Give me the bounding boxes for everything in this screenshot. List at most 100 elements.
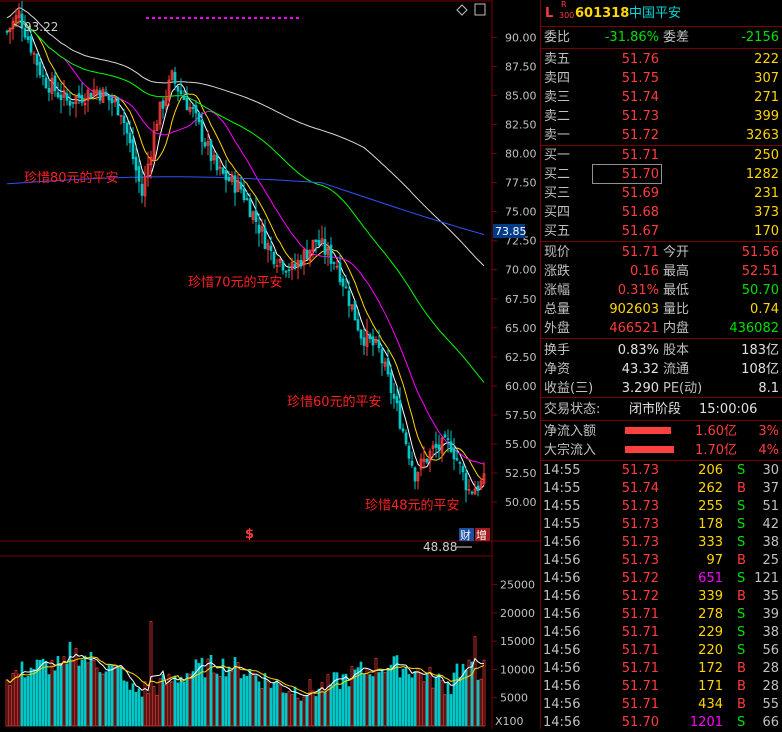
tick-count: 35 xyxy=(762,589,779,604)
tick-price: 51.74 xyxy=(621,481,659,496)
tick-volume: 178 xyxy=(698,517,723,532)
volume-bar xyxy=(200,657,204,727)
tick-volume: 206 xyxy=(698,463,723,478)
candle-body xyxy=(203,142,207,147)
candle-body xyxy=(425,458,429,463)
volume-bar xyxy=(131,683,135,727)
volume-axis-label: 20000 xyxy=(500,607,535,620)
volume-bar xyxy=(32,669,36,727)
tick-price: 51.73 xyxy=(621,499,659,514)
tick-count: 25 xyxy=(762,553,779,568)
candle-body xyxy=(38,61,42,76)
tick-row[interactable]: 14:56 51.71 229 S 38 xyxy=(541,624,782,642)
quote-value: 52.51 xyxy=(741,264,779,279)
volume-bar xyxy=(407,674,411,727)
volume-bar xyxy=(80,659,84,727)
asks-volume: 222 xyxy=(754,52,779,67)
price-axis-label: 65.00 xyxy=(505,322,537,335)
candle-body xyxy=(389,372,393,394)
cai-badge[interactable]: 财 xyxy=(460,528,471,542)
tick-row[interactable]: 14:56 51.71 220 S 56 xyxy=(541,642,782,660)
quote-value: 0.16 xyxy=(630,264,659,279)
asks-row[interactable]: 卖二 51.73 399 xyxy=(541,107,782,126)
asks-row[interactable]: 卖四 51.75 307 xyxy=(541,69,782,88)
tick-row[interactable]: 14:56 51.71 171 B 28 xyxy=(541,678,782,696)
volume-bar xyxy=(65,663,69,727)
tick-row[interactable]: 14:56 51.70 1201 S 66 xyxy=(541,714,782,732)
annotation-label: 珍惜80元的平安 xyxy=(24,170,119,186)
candle-body xyxy=(353,300,357,321)
tick-volume: 172 xyxy=(698,661,723,676)
quote-value: 0.31% xyxy=(617,283,659,298)
candle-body xyxy=(20,13,24,29)
volume-bar xyxy=(335,672,339,727)
tick-price: 51.71 xyxy=(621,661,659,676)
current-price-tag: 73.85 xyxy=(495,225,527,238)
asks-row[interactable]: 卖五 51.76 222 xyxy=(541,50,782,69)
volume-bar xyxy=(338,689,342,727)
tick-row[interactable]: 14:56 51.72 651 S 121 xyxy=(541,570,782,588)
tick-row[interactable]: 14:56 51.73 333 S 38 xyxy=(541,534,782,552)
candle-body xyxy=(182,95,186,101)
bids-row[interactable]: 买五 51.67 170 xyxy=(541,222,782,241)
candle-body xyxy=(173,72,177,84)
volume-bar xyxy=(299,700,303,727)
tick-row[interactable]: 14:55 51.73 178 S 42 xyxy=(541,516,782,534)
quote-label: 量比 xyxy=(663,302,690,317)
candle-body xyxy=(443,434,447,438)
tick-row[interactable]: 14:56 51.71 172 B 28 xyxy=(541,660,782,678)
candle-body xyxy=(332,262,336,264)
asks-row[interactable]: 卖一 51.72 3263 xyxy=(541,126,782,145)
tick-row[interactable]: 14:55 51.73 255 S 51 xyxy=(541,498,782,516)
candle-body xyxy=(371,336,375,346)
candle-body xyxy=(407,445,411,459)
asks-volume: 307 xyxy=(754,71,779,86)
quote-label: 最低 xyxy=(663,283,690,298)
candle-body xyxy=(317,240,321,246)
stock-code[interactable]: 601318 xyxy=(575,4,629,23)
volume-bar xyxy=(125,681,129,727)
candle-body xyxy=(341,278,345,287)
tick-volume: 339 xyxy=(698,589,723,604)
volume-bar xyxy=(128,689,132,727)
kline-chart[interactable]: 90.0087.5085.0082.5080.0077.5075.0072.50… xyxy=(0,0,540,729)
candle-body xyxy=(185,97,189,111)
bids-row[interactable]: 买四 51.68 373 xyxy=(541,203,782,222)
candle-body xyxy=(176,86,180,92)
tick-time: 14:56 xyxy=(543,661,581,676)
tick-row[interactable]: 14:56 51.71 434 B 55 xyxy=(541,696,782,714)
asks-row[interactable]: 卖三 51.74 271 xyxy=(541,88,782,107)
bids-row[interactable]: 买三 51.69 231 xyxy=(541,184,782,203)
tick-row[interactable]: 14:55 51.73 206 S 30 xyxy=(541,462,782,480)
quote-row: 现价 51.71 今开 51.56 xyxy=(541,243,782,262)
tick-count: 38 xyxy=(762,625,779,640)
tick-time: 14:56 xyxy=(543,697,581,712)
flow-label: 净流入额 xyxy=(544,424,597,439)
tick-volume: 171 xyxy=(698,679,723,694)
volume-bar xyxy=(386,668,390,727)
volume-bar xyxy=(137,688,141,727)
candle-body xyxy=(323,239,327,255)
stock-name[interactable]: 中国平安 xyxy=(629,4,681,23)
order-ratio-value: -31.86% xyxy=(604,30,659,45)
tick-price: 51.73 xyxy=(621,553,659,568)
tick-row[interactable]: 14:55 51.74 262 B 37 xyxy=(541,480,782,498)
candle-body xyxy=(458,462,462,464)
asks-label: 卖一 xyxy=(544,128,571,143)
tick-price: 51.71 xyxy=(621,643,659,658)
bids-row[interactable]: 买一 51.71 250 xyxy=(541,146,782,165)
candle-body xyxy=(110,97,114,104)
zeng-badge[interactable]: 增 xyxy=(476,528,487,542)
quote-label: 总量 xyxy=(544,302,571,317)
tick-row[interactable]: 14:56 51.73 97 B 25 xyxy=(541,552,782,570)
candle-body xyxy=(344,286,348,289)
tick-row[interactable]: 14:56 51.71 278 S 39 xyxy=(541,606,782,624)
annotation-label: 珍惜60元的平安 xyxy=(287,394,382,410)
candle-body xyxy=(59,94,63,101)
candle-body xyxy=(107,95,111,101)
tick-row[interactable]: 14:56 51.72 339 B 35 xyxy=(541,588,782,606)
volume-bar xyxy=(413,671,417,727)
quote-label: 现价 xyxy=(544,245,571,260)
volume-bar xyxy=(257,681,261,727)
candle-body xyxy=(272,251,276,265)
